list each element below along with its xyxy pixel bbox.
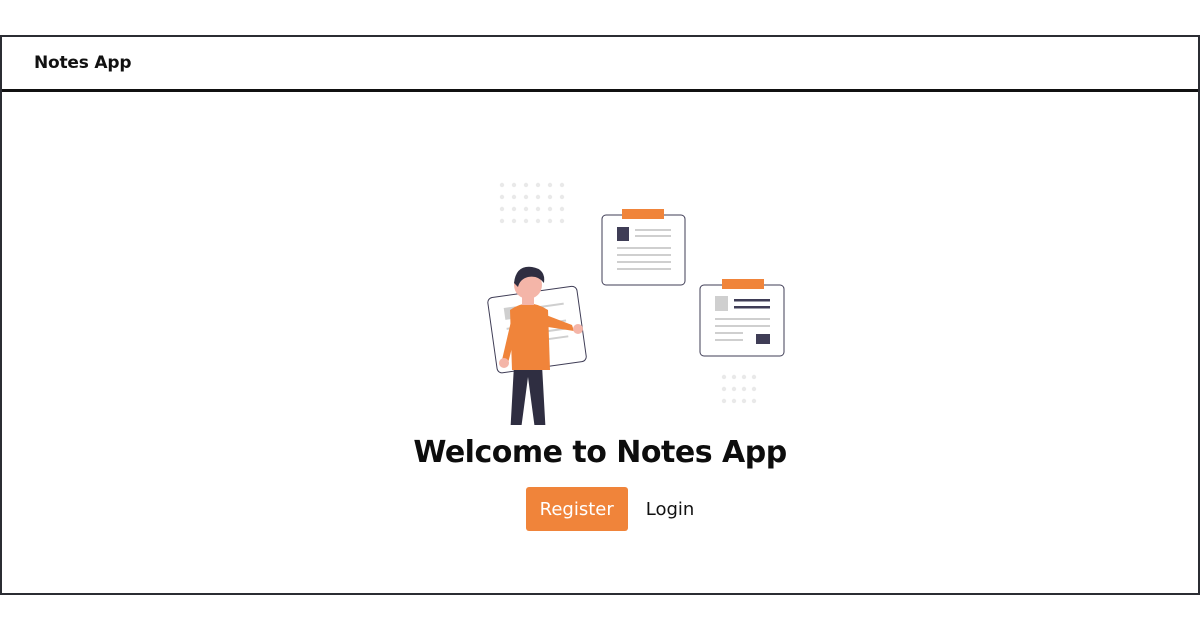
brand-title[interactable]: Notes App xyxy=(34,53,131,73)
register-button[interactable]: Register xyxy=(525,487,628,531)
hero-actions: Register Login xyxy=(2,487,1198,531)
note-card-icon xyxy=(699,279,785,357)
login-link[interactable]: Login xyxy=(646,499,695,520)
top-navbar: Notes App xyxy=(2,37,1198,92)
notes-illustration-icon xyxy=(487,182,785,425)
dot-grid-decoration xyxy=(499,182,565,224)
dot-grid-decoration xyxy=(721,374,757,404)
app-window: Notes App Welcome to Notes App Register … xyxy=(0,35,1200,595)
note-card-icon xyxy=(601,209,686,286)
page-title: Welcome to Notes App xyxy=(413,435,787,470)
